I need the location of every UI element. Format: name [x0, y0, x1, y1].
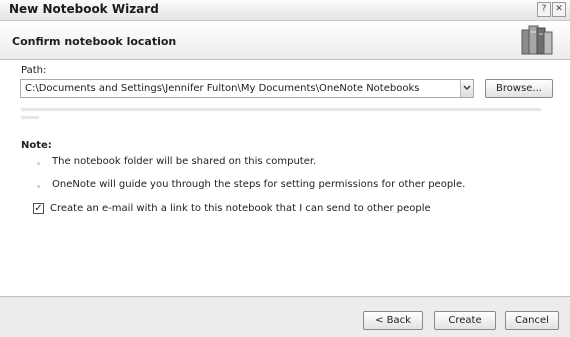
faint-description-line — [21, 116, 39, 119]
path-value: C:\Documents and Settings\Jennifer Fulto… — [25, 83, 420, 94]
cancel-button[interactable]: Cancel — [505, 311, 559, 330]
note-item: OneNote will guide you through the steps… — [52, 179, 466, 190]
page-title: Confirm notebook location — [12, 35, 177, 48]
path-label: Path: — [21, 65, 47, 76]
wizard-header: Confirm notebook location — [0, 21, 570, 60]
email-checkbox-label[interactable]: Create an e-mail with a link to this not… — [50, 203, 431, 214]
path-dropdown-button[interactable] — [460, 80, 473, 97]
window-title: New Notebook Wizard — [9, 2, 159, 16]
create-button[interactable]: Create — [434, 311, 496, 330]
help-button[interactable]: ? — [537, 2, 551, 17]
bullet-icon — [37, 162, 40, 165]
bullet-icon — [37, 185, 40, 188]
back-button[interactable]: < Back — [363, 311, 423, 330]
email-checkbox[interactable]: ✓ — [33, 203, 44, 214]
note-item: The notebook folder will be shared on th… — [52, 156, 317, 167]
notebooks-icon — [518, 22, 558, 62]
browse-button[interactable]: Browse... — [485, 79, 553, 98]
note-heading: Note: — [21, 140, 52, 151]
title-bar: New Notebook Wizard ? ✕ — [0, 0, 570, 21]
close-button[interactable]: ✕ — [552, 2, 566, 17]
path-field[interactable]: C:\Documents and Settings\Jennifer Fulto… — [20, 79, 474, 98]
faint-description-line — [21, 108, 541, 111]
